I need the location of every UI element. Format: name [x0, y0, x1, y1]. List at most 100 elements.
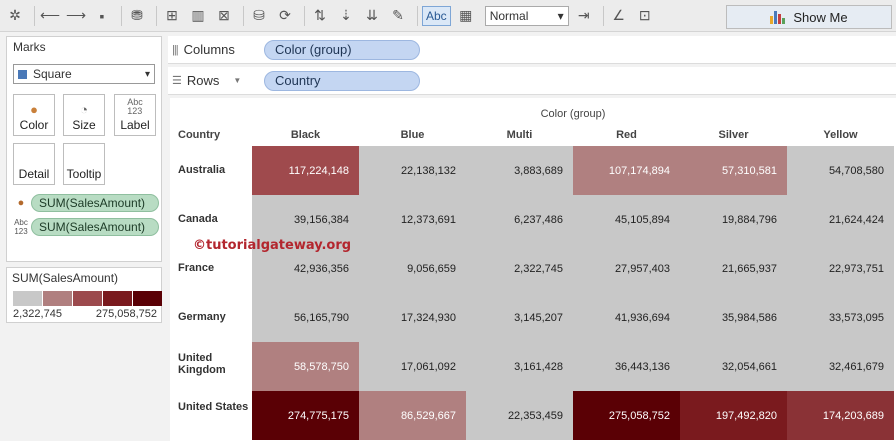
- row-header[interactable]: United Kingdom: [178, 352, 252, 376]
- column-header[interactable]: Multi: [466, 129, 573, 141]
- table-cell[interactable]: 54,708,580: [787, 146, 894, 195]
- label-measure-pill[interactable]: SUM(SalesAmount): [31, 218, 159, 236]
- label-pill-row: Abc 123 SUM(SalesAmount): [11, 217, 159, 237]
- row-header[interactable]: Australia: [178, 164, 252, 176]
- table-cell[interactable]: 19,884,796: [680, 195, 787, 244]
- rows-pill[interactable]: Country: [264, 70, 420, 91]
- fix-axes-icon[interactable]: ⇥: [573, 5, 595, 27]
- new-data-source-icon[interactable]: ⛃: [126, 5, 148, 27]
- legend-min-value: 2,322,745: [13, 308, 62, 320]
- table-cell[interactable]: 17,061,092: [359, 342, 466, 391]
- table-cell[interactable]: 32,054,661: [680, 342, 787, 391]
- forward-arrow-icon[interactable]: ⟶: [65, 5, 87, 27]
- column-header[interactable]: Blue: [359, 129, 466, 141]
- legend-max-value: 275,058,752: [95, 308, 157, 320]
- table-cell[interactable]: 6,237,486: [466, 195, 573, 244]
- table-cell[interactable]: 3,145,207: [466, 293, 573, 342]
- fit-dropdown-value: Normal: [489, 8, 529, 23]
- detail-button[interactable]: Detail: [13, 143, 55, 185]
- chevron-down-icon: ▾: [144, 68, 150, 80]
- table-cell[interactable]: 274,775,175: [252, 391, 359, 440]
- table-cell[interactable]: 275,058,752: [573, 391, 680, 440]
- columns-shelf: ||| Columns Color (group): [168, 36, 896, 64]
- table-cell[interactable]: 58,578,750: [252, 342, 359, 391]
- table-cell[interactable]: 3,883,689: [466, 146, 573, 195]
- column-header[interactable]: Red: [573, 129, 680, 141]
- fit-dropdown[interactable]: Normal ▾: [484, 5, 569, 26]
- table-cell[interactable]: 56,165,790: [252, 293, 359, 342]
- sort-ascending-icon[interactable]: ⇣: [335, 5, 357, 27]
- back-arrow-icon[interactable]: ⟵: [39, 5, 61, 27]
- new-worksheet-icon[interactable]: ⊞: [161, 5, 183, 27]
- table-cell[interactable]: 86,529,667: [359, 391, 466, 440]
- rows-label-text: Rows: [186, 73, 220, 88]
- table-cell[interactable]: 35,984,586: [680, 293, 787, 342]
- table-cell[interactable]: 32,461,679: [787, 342, 894, 391]
- mark-type-value: Square: [33, 67, 72, 81]
- table-cell[interactable]: 22,353,459: [466, 391, 573, 440]
- legend-swatches: [13, 291, 163, 306]
- crosstab-view: Color (group) Country Black Blue Multi Red S…: [170, 98, 896, 441]
- save-icon[interactable]: ▪: [91, 5, 113, 27]
- row-header[interactable]: Canada: [178, 213, 252, 225]
- tooltip-button[interactable]: Tooltip: [63, 143, 105, 185]
- mark-type-dropdown[interactable]: Square ▾: [13, 64, 155, 84]
- label-abc-icon: Abc 123: [127, 97, 143, 116]
- format-workbook-icon[interactable]: ∠: [608, 5, 630, 27]
- size-button[interactable]: ◔ Size: [63, 94, 105, 136]
- table-cell[interactable]: 3,161,428: [466, 342, 573, 391]
- table-cell[interactable]: 57,310,581: [680, 146, 787, 195]
- sort-descending-icon[interactable]: ⇊: [361, 5, 383, 27]
- label-button-label: Label: [120, 118, 150, 132]
- highlight-icon[interactable]: ✎: [387, 5, 409, 27]
- table-cell[interactable]: 21,665,937: [680, 244, 787, 293]
- toolbar-separator: [121, 5, 122, 26]
- table-cell[interactable]: 17,324,930: [359, 293, 466, 342]
- tableau-logo-icon[interactable]: ✲: [4, 5, 26, 27]
- table-cell[interactable]: 22,973,751: [787, 244, 894, 293]
- color-palette-icon: ●: [30, 102, 38, 117]
- table-cell[interactable]: 197,492,820: [680, 391, 787, 440]
- show-mark-labels-button[interactable]: Abc: [422, 5, 451, 26]
- table-cell[interactable]: 21,624,424: [787, 195, 894, 244]
- table-cell[interactable]: 174,203,689: [787, 391, 894, 440]
- legend-swatch: [73, 291, 102, 306]
- table-cell[interactable]: 22,138,132: [359, 146, 466, 195]
- table-cell[interactable]: 45,105,894: [573, 195, 680, 244]
- table-cell[interactable]: 9,056,659: [359, 244, 466, 293]
- legend-title: SUM(SalesAmount): [12, 271, 119, 285]
- row-header[interactable]: France: [178, 262, 252, 274]
- color-encoding-icon: ●: [17, 197, 25, 209]
- table-cell[interactable]: 39,156,384: [252, 195, 359, 244]
- legend-swatch: [43, 291, 72, 306]
- columns-pill[interactable]: Color (group): [264, 39, 420, 60]
- swap-rows-columns-icon[interactable]: ⇅: [309, 5, 331, 27]
- table-cell[interactable]: 33,573,095: [787, 293, 894, 342]
- pause-updates-icon[interactable]: ⛁: [248, 5, 270, 27]
- table-cell[interactable]: 107,174,894: [573, 146, 680, 195]
- column-header[interactable]: Yellow: [787, 129, 894, 141]
- clear-sheet-icon[interactable]: ⊠: [213, 5, 235, 27]
- legend-swatch: [13, 291, 42, 306]
- table-cell[interactable]: 27,957,403: [573, 244, 680, 293]
- column-header[interactable]: Silver: [680, 129, 787, 141]
- row-header[interactable]: United States: [178, 401, 252, 413]
- table-cell[interactable]: 117,224,148: [252, 146, 359, 195]
- table-cell[interactable]: 12,373,691: [359, 195, 466, 244]
- row-header[interactable]: Germany: [178, 311, 252, 323]
- color-measure-pill[interactable]: SUM(SalesAmount): [31, 194, 159, 212]
- table-cell[interactable]: 41,936,694: [573, 293, 680, 342]
- color-button[interactable]: ● Color: [13, 94, 55, 136]
- table-cell[interactable]: 2,322,745: [466, 244, 573, 293]
- chart-type-icon[interactable]: ▦: [455, 5, 477, 27]
- rows-icon: ☰: [172, 75, 182, 87]
- label-button[interactable]: Abc 123 Label: [114, 94, 156, 136]
- dropdown-arrow-icon[interactable]: ▼: [233, 76, 241, 85]
- show-me-button[interactable]: Show Me: [726, 5, 892, 29]
- refresh-icon[interactable]: ⟳: [274, 5, 296, 27]
- table-cell[interactable]: 36,443,136: [573, 342, 680, 391]
- column-header[interactable]: Black: [252, 129, 359, 141]
- duplicate-sheet-icon[interactable]: ▥: [187, 5, 209, 27]
- chevron-down-icon: ▾: [557, 8, 564, 23]
- presentation-mode-icon[interactable]: ⊡: [634, 5, 656, 27]
